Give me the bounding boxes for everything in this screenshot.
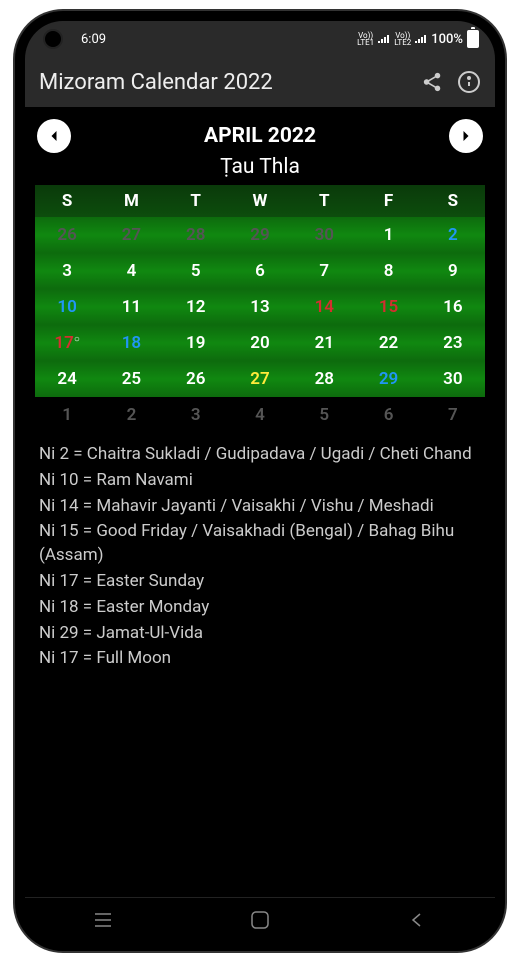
day-cell[interactable]: 15 (356, 289, 420, 325)
event-item: Ni 15 = Good Friday / Vaisakhadi (Bengal… (39, 520, 481, 568)
day-cell[interactable]: 19 (164, 325, 228, 361)
event-item: Ni 18 = Easter Monday (39, 596, 481, 620)
day-cell[interactable]: 9 (421, 253, 485, 289)
day-header: T (164, 185, 228, 217)
day-header: W (228, 185, 292, 217)
day-cell[interactable]: 3 (35, 253, 99, 289)
event-item: Ni 17 = Full Moon (39, 647, 481, 671)
day-cell[interactable]: 22 (356, 325, 420, 361)
signal-bars-2-icon (415, 33, 427, 46)
day-header: F (356, 185, 420, 217)
next-month-button[interactable] (449, 119, 483, 153)
day-cell[interactable]: 6 (356, 397, 420, 433)
day-cell[interactable]: 21 (292, 325, 356, 361)
day-cell[interactable]: 26 (35, 217, 99, 253)
status-time: 6:09 (81, 32, 106, 47)
recents-button[interactable] (73, 912, 133, 928)
app-title: Mizoram Calendar 2022 (39, 70, 407, 95)
day-cell[interactable]: 1 (35, 397, 99, 433)
event-item: Ni 14 = Mahavir Jayanti / Vaisakhi / Vis… (39, 495, 481, 519)
phone-screen: 6:09 Vo)) LTE1 Vo)) LTE2 100% (25, 21, 495, 941)
signal-bars-1-icon (378, 33, 390, 46)
prev-month-button[interactable] (37, 119, 71, 153)
camera-cutout (43, 29, 63, 49)
day-cell[interactable]: 14 (292, 289, 356, 325)
home-button[interactable] (230, 911, 290, 929)
status-right: Vo)) LTE1 Vo)) LTE2 100% (357, 30, 479, 48)
signal-1: Vo)) LTE1 (357, 32, 374, 46)
month-subtitle: Ṭau Thla (25, 155, 495, 185)
day-cell[interactable]: 10 (35, 289, 99, 325)
info-icon[interactable] (457, 70, 481, 94)
status-bar: 6:09 Vo)) LTE1 Vo)) LTE2 100% (25, 21, 495, 57)
day-cell[interactable]: 1 (356, 217, 420, 253)
day-cell[interactable]: 29 (228, 217, 292, 253)
day-header: T (292, 185, 356, 217)
event-item: Ni 29 = Jamat-Ul-Vida (39, 622, 481, 646)
day-cell[interactable]: 8 (356, 253, 420, 289)
share-icon[interactable] (421, 71, 443, 93)
signal-2: Vo)) LTE2 (394, 32, 411, 46)
day-cell[interactable]: 27 (228, 361, 292, 397)
back-button[interactable] (387, 912, 447, 928)
day-cell[interactable]: 11 (99, 289, 163, 325)
day-cell[interactable]: 4 (228, 397, 292, 433)
full-moon-icon: ○ (74, 334, 80, 345)
month-nav: APRIL 2022 (25, 107, 495, 155)
day-cell[interactable]: 2 (421, 217, 485, 253)
day-cell[interactable]: 2 (99, 397, 163, 433)
day-cell[interactable]: 6 (228, 253, 292, 289)
event-item: Ni 10 = Ram Navami (39, 469, 481, 493)
day-cell[interactable]: 16 (421, 289, 485, 325)
day-cell[interactable]: 29 (356, 361, 420, 397)
day-cell[interactable]: 5 (292, 397, 356, 433)
phone-frame: 6:09 Vo)) LTE1 Vo)) LTE2 100% (15, 11, 505, 951)
day-cell[interactable]: 4 (99, 253, 163, 289)
day-cell[interactable]: 18 (99, 325, 163, 361)
day-cell[interactable]: 7 (292, 253, 356, 289)
day-cell[interactable]: 25 (99, 361, 163, 397)
day-cell[interactable]: 23 (421, 325, 485, 361)
events-list: Ni 2 = Chaitra Sukladi / Gudipadava / Ug… (25, 433, 495, 683)
day-cell[interactable]: 30 (292, 217, 356, 253)
day-cell[interactable]: 24 (35, 361, 99, 397)
day-cell[interactable]: 17○ (35, 325, 99, 361)
day-cell[interactable]: 7 (421, 397, 485, 433)
day-cell[interactable]: 26 (164, 361, 228, 397)
day-cell[interactable]: 13 (228, 289, 292, 325)
day-cell[interactable]: 28 (292, 361, 356, 397)
app-bar: Mizoram Calendar 2022 (25, 57, 495, 107)
system-nav-bar (25, 897, 495, 941)
day-cell[interactable]: 27 (99, 217, 163, 253)
event-item: Ni 17 = Easter Sunday (39, 570, 481, 594)
calendar-grid: SMTWTFS262728293012345678910111213141516… (35, 185, 485, 433)
month-title: APRIL 2022 (204, 124, 316, 148)
day-header: S (35, 185, 99, 217)
day-header: S (421, 185, 485, 217)
day-cell[interactable]: 20 (228, 325, 292, 361)
battery-percent: 100% (431, 32, 463, 47)
battery-icon (467, 30, 479, 48)
day-cell[interactable]: 3 (164, 397, 228, 433)
day-cell[interactable]: 30 (421, 361, 485, 397)
day-cell[interactable]: 12 (164, 289, 228, 325)
day-header: M (99, 185, 163, 217)
day-cell[interactable]: 28 (164, 217, 228, 253)
day-cell[interactable]: 5 (164, 253, 228, 289)
event-item: Ni 2 = Chaitra Sukladi / Gudipadava / Ug… (39, 443, 481, 467)
